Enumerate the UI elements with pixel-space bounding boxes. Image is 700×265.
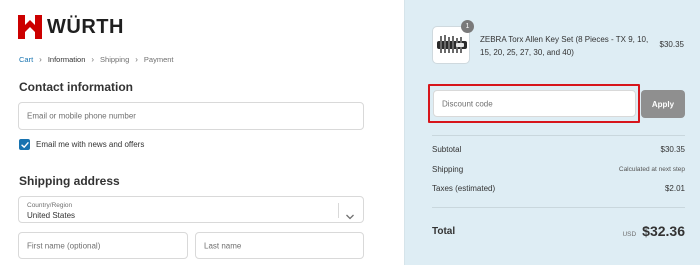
select-divider	[338, 203, 339, 218]
product-thumbnail: 1	[432, 20, 474, 64]
total-row: Total USD $32.36	[432, 223, 685, 239]
breadcrumb-information: Information	[47, 55, 86, 64]
chevron-right-icon: ›	[39, 55, 42, 64]
taxes-value: $2.01	[664, 184, 685, 193]
checkout-main-column: WÜRTH Cart › Information › Shipping › Pa…	[0, 0, 404, 265]
brand-name: WÜRTH	[47, 16, 124, 38]
total-label: Total	[432, 225, 456, 237]
last-name-field[interactable]: Last name	[195, 232, 364, 259]
email-field[interactable]: Email or mobile phone number	[18, 102, 364, 130]
total-divider	[432, 207, 685, 208]
discount-code-input[interactable]: Discount code	[433, 90, 636, 117]
apply-discount-button[interactable]: Apply	[641, 90, 685, 118]
shipping-row: Shipping Calculated at next step	[432, 165, 685, 174]
chevron-right-icon: ›	[91, 55, 95, 64]
country-label: Country/Region	[27, 202, 73, 209]
discount-placeholder: Discount code	[442, 99, 493, 108]
newsletter-label: Email me with news and offers	[36, 140, 145, 149]
chevron-right-icon: ›	[135, 55, 138, 64]
total-currency: USD	[622, 231, 637, 238]
taxes-label: Taxes (estimated)	[432, 184, 496, 193]
newsletter-option[interactable]: Email me with news and offers	[19, 139, 144, 150]
product-name: ZEBRA Torx Allen Key Set (8 Pieces - TX …	[480, 35, 649, 57]
subtotal-value: $30.35	[660, 145, 685, 154]
product-price: $30.35	[659, 40, 684, 49]
subtotal-row: Subtotal $30.35	[432, 145, 685, 154]
checkmark-icon	[20, 141, 29, 148]
contact-section-title: Contact information	[19, 80, 133, 94]
breadcrumb: Cart › Information › Shipping › Payment	[19, 55, 174, 64]
taxes-row: Taxes (estimated) $2.01	[432, 184, 685, 193]
total-value: $32.36	[642, 223, 685, 239]
summary-divider	[432, 135, 685, 136]
newsletter-checkbox[interactable]	[19, 139, 30, 150]
brand-logo[interactable]: WÜRTH	[18, 15, 124, 39]
shipping-value: Calculated at next step	[618, 166, 685, 173]
first-name-field[interactable]: First name (optional)	[18, 232, 188, 259]
breadcrumb-shipping: Shipping	[100, 55, 130, 64]
chevron-down-icon	[346, 207, 354, 225]
wurth-logo-icon	[18, 15, 42, 39]
shipping-section-title: Shipping address	[19, 174, 120, 188]
subtotal-label: Subtotal	[432, 145, 462, 154]
breadcrumb-payment: Payment	[143, 55, 174, 64]
email-placeholder: Email or mobile phone number	[27, 111, 136, 121]
breadcrumb-cart[interactable]: Cart	[19, 55, 33, 64]
shipping-label: Shipping	[432, 165, 464, 174]
country-select[interactable]: Country/Region United States	[18, 196, 364, 223]
first-name-placeholder: First name (optional)	[27, 241, 101, 250]
allen-key-set-icon	[437, 35, 467, 53]
total-amount: USD $32.36	[622, 223, 685, 239]
country-value: United States	[27, 211, 76, 220]
last-name-placeholder: Last name	[204, 241, 242, 250]
order-summary: 1 ZEBRA Torx Allen Key Set (8 Pieces - T…	[404, 0, 700, 265]
quantity-badge: 1	[461, 20, 474, 33]
